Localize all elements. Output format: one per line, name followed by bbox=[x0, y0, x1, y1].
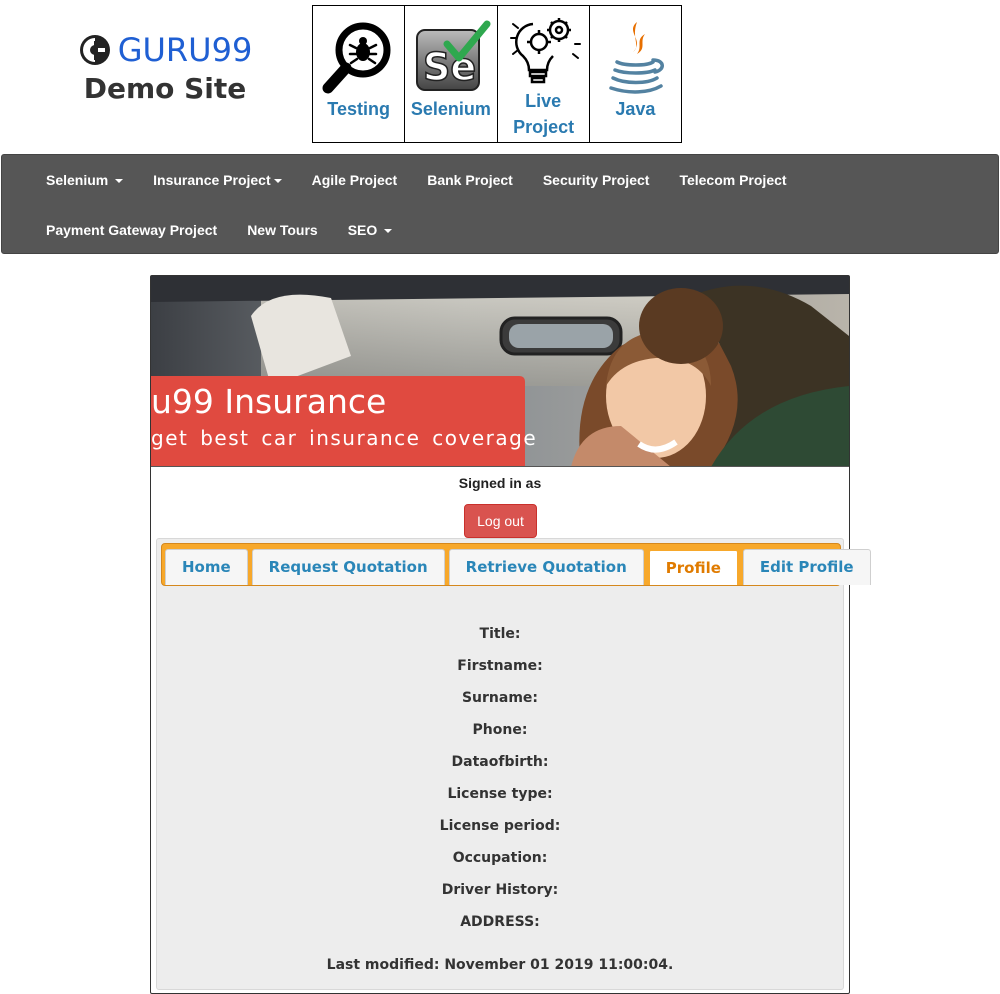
content-panel: u99 Insurance get best car insurance cov… bbox=[150, 275, 871, 994]
field-firstname-label: Firstname: bbox=[457, 658, 543, 674]
logout-button[interactable]: Log out bbox=[464, 504, 537, 538]
site-logo[interactable]: GURU99 Demo Site bbox=[70, 30, 260, 108]
nav-bank-project[interactable]: Bank Project bbox=[412, 155, 528, 205]
tab-profile[interactable]: Profile bbox=[647, 549, 739, 585]
nav-insurance-project[interactable]: Insurance Project bbox=[138, 155, 297, 205]
field-dateofbirth-label: Dataofbirth: bbox=[451, 754, 549, 770]
tab-home[interactable]: Home bbox=[165, 549, 248, 585]
java-logo-icon bbox=[609, 22, 665, 94]
field-address-label: ADDRESS: bbox=[460, 914, 540, 930]
nav-row: Payment Gateway Project New Tours SEO bbox=[2, 205, 407, 255]
tab-edit-profile[interactable]: Edit Profile bbox=[742, 549, 871, 585]
nav-label: Insurance Project bbox=[153, 172, 271, 188]
profile-tabs-container: Home Request Quotation Retrieve Quotatio… bbox=[156, 538, 871, 990]
tab-retrieve-quotation[interactable]: Retrieve Quotation bbox=[448, 549, 644, 585]
brand-name: GURU99 bbox=[117, 31, 253, 69]
field-license-period-label: License period: bbox=[439, 818, 561, 834]
nav-selenium[interactable]: Selenium bbox=[2, 155, 138, 205]
guru99-logo-icon bbox=[79, 35, 110, 65]
caret-down-icon bbox=[273, 179, 282, 184]
field-title-label: Title: bbox=[479, 626, 521, 642]
profile-fields: Title: Firstname: Surname: Phone: Dataof… bbox=[157, 618, 843, 938]
banner-title: u99 Insurance bbox=[151, 382, 387, 421]
magnifier-bug-icon bbox=[322, 22, 391, 94]
nav-payment-gateway-project[interactable]: Payment Gateway Project bbox=[2, 205, 232, 255]
quicklinks-box: Testing Se Selenium Live Project Java bbox=[312, 5, 682, 143]
quicklink-java[interactable]: Java bbox=[590, 6, 681, 142]
insurance-banner: u99 Insurance get best car insurance cov… bbox=[151, 276, 849, 467]
lightbulb-gears-icon bbox=[510, 18, 582, 84]
field-surname-label: Surname: bbox=[461, 690, 539, 706]
main-navbar: Selenium Insurance Project Agile Project… bbox=[1, 154, 999, 254]
caret-down-icon bbox=[384, 229, 393, 234]
field-occupation-label: Occupation: bbox=[452, 850, 548, 866]
nav-security-project[interactable]: Security Project bbox=[528, 155, 665, 205]
nav-label: Selenium bbox=[46, 172, 109, 188]
nav-row: Selenium Insurance Project Agile Project… bbox=[2, 155, 802, 205]
nav-telecom-project[interactable]: Telecom Project bbox=[664, 155, 801, 205]
quicklink-live-project[interactable]: Live Project bbox=[498, 6, 590, 142]
nav-label: SEO bbox=[347, 222, 378, 238]
quicklink-label: Testing bbox=[327, 99, 390, 119]
selenium-logo-icon: Se bbox=[415, 20, 491, 91]
field-phone-label: Phone: bbox=[472, 722, 528, 738]
signed-in-label: Signed in as bbox=[458, 475, 542, 491]
quicklink-selenium[interactable]: Se Selenium bbox=[405, 6, 498, 142]
last-modified-text: Last modified: November 01 2019 11:00:04… bbox=[326, 957, 674, 973]
nav-seo[interactable]: SEO bbox=[333, 205, 407, 255]
nav-agile-project[interactable]: Agile Project bbox=[297, 155, 413, 205]
quicklink-label: Java bbox=[615, 99, 656, 119]
tab-request-quotation[interactable]: Request Quotation bbox=[251, 549, 445, 585]
field-license-type-label: License type: bbox=[447, 786, 553, 802]
tab-bar: Home Request Quotation Retrieve Quotatio… bbox=[161, 543, 871, 586]
caret-down-icon bbox=[115, 179, 124, 184]
quicklink-testing[interactable]: Testing bbox=[313, 6, 406, 142]
quicklink-label: Live Project bbox=[513, 91, 575, 137]
site-subtitle: Demo Site bbox=[83, 72, 247, 105]
banner-subtitle: get best car insurance coverage bbox=[151, 426, 538, 450]
nav-new-tours[interactable]: New Tours bbox=[232, 205, 333, 255]
quicklink-label: Selenium bbox=[410, 99, 491, 119]
field-driver-history-label: Driver History: bbox=[441, 882, 559, 898]
